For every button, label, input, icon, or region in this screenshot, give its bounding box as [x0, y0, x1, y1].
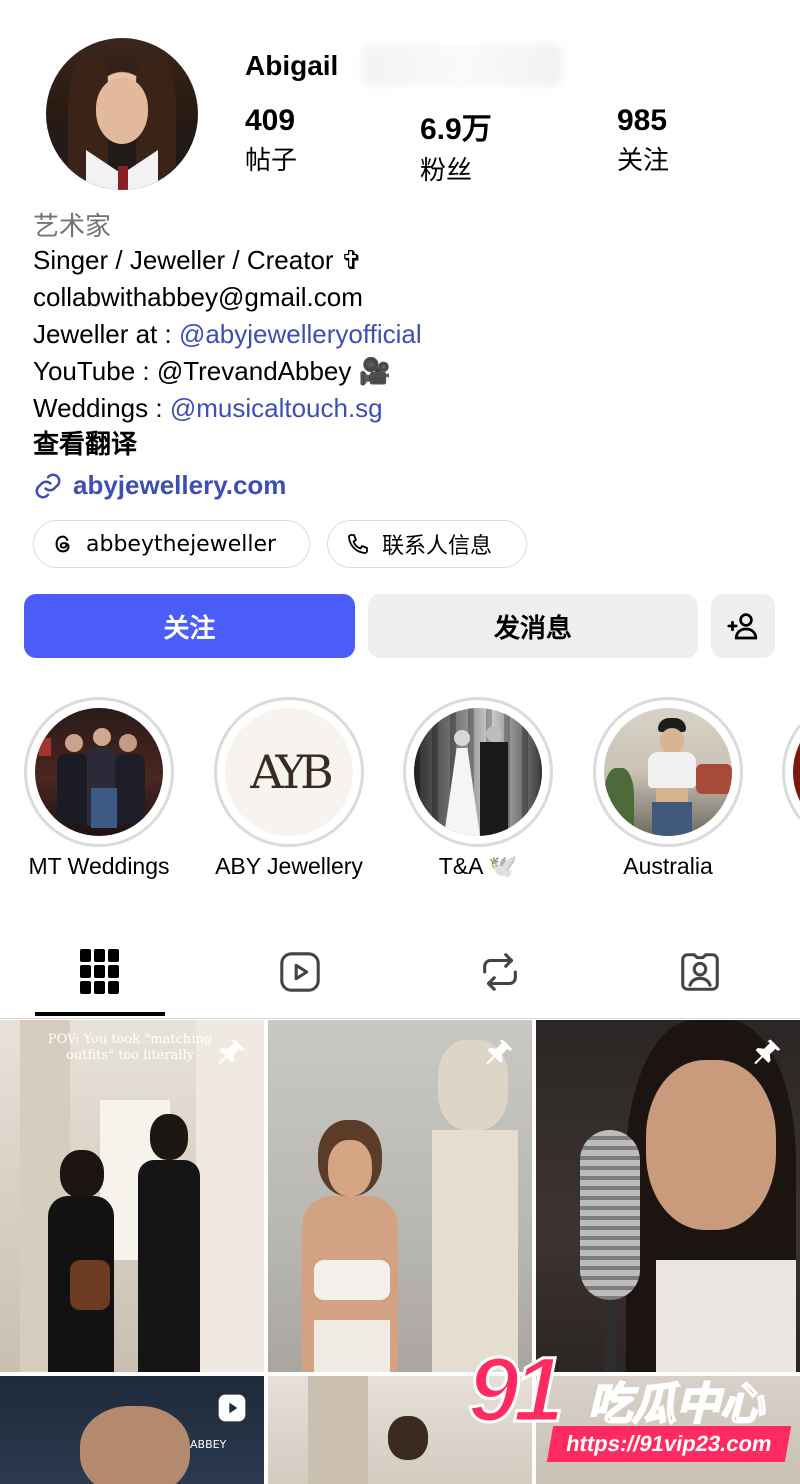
stat-label: 帖子: [245, 146, 298, 176]
active-tab-indicator: [35, 1012, 165, 1016]
watermark-text: 吃瓜中心: [587, 1378, 765, 1431]
bio-line: Singer / Jeweller / Creator ✞: [33, 245, 363, 275]
highlight-label: MT Weddings: [28, 853, 170, 879]
phone-icon: [348, 534, 368, 554]
post-caption: ABBEY: [190, 1438, 227, 1451]
reel-icon: [218, 1394, 246, 1422]
highlight-image: [35, 708, 163, 836]
website-link[interactable]: abyjewellery.com: [33, 470, 286, 501]
highlight-ring: [24, 697, 174, 847]
avatar-tie: [118, 166, 128, 190]
follow-button[interactable]: 关注: [24, 594, 355, 658]
highlight-label: T&A 🕊️: [438, 853, 518, 879]
watermark-number: 91: [466, 1338, 565, 1443]
stat-value: 409: [245, 104, 296, 137]
tab-grid[interactable]: [0, 928, 200, 1016]
bio-prefix: Weddings :: [33, 393, 170, 423]
highlight-label: Australia: [623, 853, 713, 879]
add-person-icon: [727, 613, 758, 640]
bio-mention-link[interactable]: @musicaltouch.sg: [170, 393, 383, 423]
post-tile[interactable]: POV: You took "matching outfits" too lit…: [0, 1020, 264, 1372]
stat-value: 6.9万: [420, 113, 492, 146]
see-translation-link[interactable]: 查看翻译: [33, 424, 137, 461]
bio-line: Jeweller at : @abyjewelleryofficial: [33, 316, 422, 353]
watermark-url: https://91vip23.com: [546, 1426, 792, 1462]
threads-handle: abbeythejeweller: [86, 531, 277, 557]
repost-icon: [483, 953, 517, 991]
contact-label: 联系人信息: [382, 534, 493, 559]
contact-info-chip[interactable]: 联系人信息: [327, 520, 527, 568]
grid-icon: [80, 949, 119, 994]
highlight-t-and-a[interactable]: T&A 🕊️: [403, 697, 553, 880]
tagged-icon: [681, 953, 719, 991]
highlight-mt-weddings[interactable]: MT Weddings: [24, 697, 174, 880]
stat-following[interactable]: 985 关注: [617, 104, 669, 177]
stat-posts[interactable]: 409 帖子: [245, 104, 297, 177]
highlight-image: [414, 708, 542, 836]
highlight-image: AYB: [225, 708, 353, 836]
link-icon: [35, 473, 61, 498]
profile-avatar[interactable]: [46, 38, 198, 190]
message-button[interactable]: 发消息: [368, 594, 698, 658]
stat-label: 粉丝: [420, 156, 473, 186]
tab-reposts[interactable]: [400, 928, 600, 1016]
highlight-ring: AYB: [214, 697, 364, 847]
suggest-people-button[interactable]: [711, 594, 775, 658]
tab-tagged[interactable]: [600, 928, 800, 1016]
stat-followers[interactable]: 6.9万 粉丝: [420, 104, 492, 187]
bio-line: Weddings : @musicaltouch.sg: [33, 390, 422, 427]
username: Abigail: [245, 50, 339, 81]
threads-chip[interactable]: abbeythejeweller: [33, 520, 310, 568]
reels-icon: [280, 952, 320, 992]
highlight-australia[interactable]: Australia: [593, 697, 743, 880]
aby-logo: AYB: [250, 745, 333, 799]
profile-tabs: [0, 928, 800, 1019]
highlight-aby-jewellery[interactable]: AYB ABY Jewellery: [214, 697, 364, 880]
post-caption: POV: You took "matching outfits" too lit…: [47, 1032, 213, 1063]
post-tile[interactable]: [268, 1020, 532, 1372]
bio-mention-link[interactable]: @abyjewelleryofficial: [179, 319, 422, 349]
threads-icon: [55, 535, 70, 553]
post-tile[interactable]: [536, 1020, 800, 1372]
bio-line: collabwithabbey@gmail.com: [33, 282, 363, 312]
highlight-partial[interactable]: [782, 697, 800, 847]
highlight-label: ABY Jewellery: [215, 853, 363, 879]
blurred-region: [362, 44, 562, 86]
bio-prefix: Jeweller at :: [33, 319, 179, 349]
bio: Singer / Jeweller / Creator ✞ collabwith…: [33, 242, 422, 427]
pin-icon: [754, 1039, 781, 1065]
highlight-ring: [593, 697, 743, 847]
stat-label: 关注: [617, 146, 670, 176]
highlight-image: [604, 708, 732, 836]
pin-icon: [218, 1039, 245, 1065]
watermark: 91 吃瓜中心 https://91vip23.com: [466, 1338, 792, 1478]
bio-line: YouTube : @TrevandAbbey 🎥: [33, 356, 391, 386]
stat-value: 985: [617, 104, 668, 137]
website-text: abyjewellery.com: [73, 470, 287, 500]
post-tile[interactable]: ABBEY: [0, 1376, 264, 1484]
pin-icon: [486, 1039, 513, 1065]
tab-reels[interactable]: [200, 928, 400, 1016]
profile-category: 艺术家: [33, 212, 112, 242]
highlight-ring: [403, 697, 553, 847]
avatar-face: [96, 78, 148, 144]
